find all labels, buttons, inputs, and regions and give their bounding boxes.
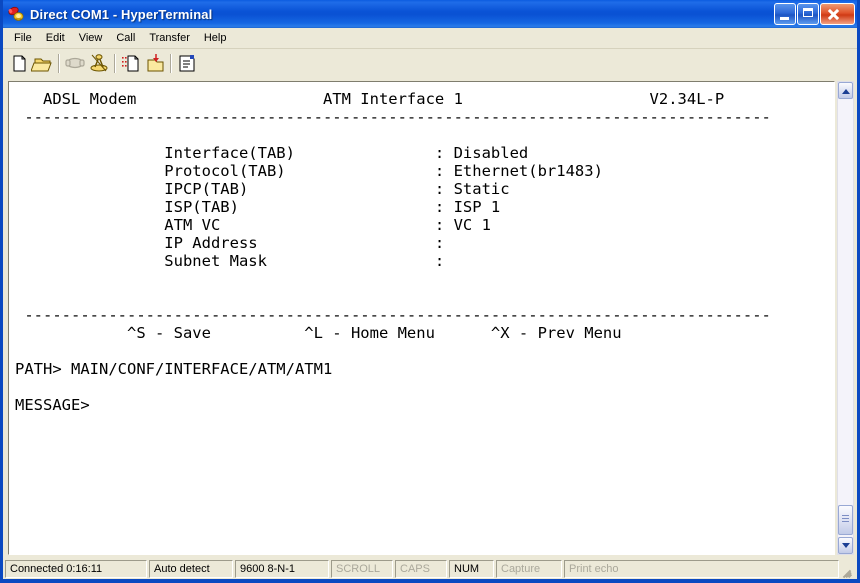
menu-item-transfer[interactable]: Transfer [142, 30, 197, 46]
scroll-up-icon[interactable] [838, 82, 853, 99]
open-folder-icon[interactable] [31, 52, 55, 75]
send-file-icon[interactable] [119, 52, 143, 75]
status-bar: Connected 0:16:11 Auto detect 9600 8-N-1… [3, 559, 857, 579]
scrollbar-track[interactable] [838, 99, 853, 537]
scroll-down-icon[interactable] [838, 537, 853, 554]
close-button[interactable] [820, 3, 855, 25]
receive-file-icon[interactable] [143, 52, 167, 75]
call-icon[interactable] [63, 52, 87, 75]
menu-bar: File Edit View Call Transfer Help [3, 28, 857, 49]
menu-item-file[interactable]: File [7, 30, 39, 46]
terminal-screen[interactable]: ADSL Modem ATM Interface 1 V2.34L-P ----… [9, 82, 834, 554]
title-bar[interactable]: Direct COM1 - HyperTerminal [3, 0, 857, 28]
new-connection-icon[interactable] [7, 52, 31, 75]
window-title: Direct COM1 - HyperTerminal [30, 7, 773, 22]
disconnect-icon[interactable] [87, 52, 111, 75]
toolbar-separator-3 [170, 54, 172, 73]
toolbar-separator-2 [114, 54, 116, 73]
status-indicator-capture: Capture [496, 560, 562, 578]
resize-grip-icon[interactable] [841, 560, 855, 578]
hyperterminal-phone-icon [7, 5, 25, 23]
status-indicator-scroll: SCROLL [331, 560, 393, 578]
toolbar-separator-1 [58, 54, 60, 73]
menu-item-view[interactable]: View [72, 30, 110, 46]
menu-item-call[interactable]: Call [109, 30, 142, 46]
maximize-button[interactable] [797, 3, 819, 25]
client-area: ADSL Modem ATM Interface 1 V2.34L-P ----… [3, 77, 857, 559]
hyperterminal-window: Direct COM1 - HyperTerminal File Edit Vi… [0, 0, 860, 583]
status-line-settings: 9600 8-N-1 [235, 560, 329, 578]
menu-item-edit[interactable]: Edit [39, 30, 72, 46]
status-connected: Connected 0:16:11 [5, 560, 147, 578]
vertical-scrollbar[interactable] [837, 81, 854, 555]
toolbar [3, 49, 857, 77]
status-indicator-print-echo: Print echo [564, 560, 839, 578]
properties-icon[interactable] [175, 52, 199, 75]
status-detect: Auto detect [149, 560, 233, 578]
terminal-frame: ADSL Modem ATM Interface 1 V2.34L-P ----… [8, 81, 835, 555]
status-indicator-num: NUM [449, 560, 494, 578]
menu-item-help[interactable]: Help [197, 30, 234, 46]
scroll-thumb[interactable] [838, 505, 853, 535]
status-indicator-caps: CAPS [395, 560, 447, 578]
minimize-button[interactable] [774, 3, 796, 25]
